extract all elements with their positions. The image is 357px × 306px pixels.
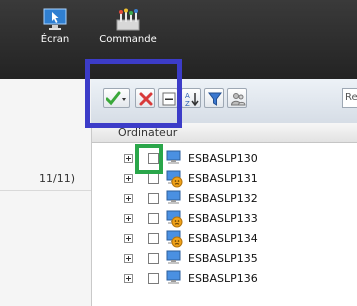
sort-az-icon: A Z xyxy=(185,92,199,107)
expand-icon[interactable] xyxy=(124,154,133,163)
ecran-label: Écran xyxy=(40,34,70,45)
list-item[interactable]: ESBASLP134 xyxy=(92,229,357,249)
expand-icon[interactable] xyxy=(124,234,133,243)
control-panel-icon xyxy=(115,8,141,31)
computer-list: Ordinateur ESBASLP130 ESBASLP131 ESBASLP… xyxy=(91,123,357,306)
row-checkbox[interactable] xyxy=(148,273,159,284)
computer-name: ESBASLP130 xyxy=(188,152,258,165)
left-panel-divider xyxy=(0,190,91,191)
expand-icon[interactable] xyxy=(124,194,133,203)
commande-label: Commande xyxy=(99,34,157,45)
expand-icon[interactable] xyxy=(124,174,133,183)
monitor-arrow-icon xyxy=(42,8,68,30)
computer-name: ESBASLP133 xyxy=(188,212,258,225)
list-item[interactable]: ESBASLP132 xyxy=(92,189,357,209)
highlight-checkbox xyxy=(135,144,163,174)
computer-name: ESBASLP131 xyxy=(188,172,258,185)
ecran-button[interactable]: Écran xyxy=(25,8,85,45)
svg-text:A: A xyxy=(185,92,190,100)
funnel-icon xyxy=(208,92,222,106)
expand-icon[interactable] xyxy=(124,274,133,283)
computer-icon xyxy=(165,190,183,208)
row-checkbox[interactable] xyxy=(148,193,159,204)
list-item[interactable]: ESBASLP136 xyxy=(92,269,357,289)
sort-button[interactable]: A Z xyxy=(181,88,201,108)
list-item[interactable]: ESBASLP135 xyxy=(92,249,357,269)
search-input[interactable]: Rec xyxy=(342,88,357,108)
expand-icon[interactable] xyxy=(124,254,133,263)
commande-button[interactable]: Commande xyxy=(98,8,158,45)
expand-icon[interactable] xyxy=(124,214,133,223)
list-item[interactable]: ESBASLP131 xyxy=(92,169,357,189)
list-item[interactable]: ESBASLP133 xyxy=(92,209,357,229)
computer-warning-icon xyxy=(165,170,183,188)
computer-name: ESBASLP136 xyxy=(188,272,258,285)
row-checkbox[interactable] xyxy=(148,173,159,184)
users-button[interactable] xyxy=(227,88,247,108)
computer-warning-icon xyxy=(165,230,183,248)
svg-text:Z: Z xyxy=(185,100,190,107)
selection-counter: 11/11) xyxy=(39,172,75,185)
computer-icon xyxy=(165,270,183,288)
filter-button[interactable] xyxy=(204,88,224,108)
computer-name: ESBASLP135 xyxy=(188,252,258,265)
computer-name: ESBASLP132 xyxy=(188,192,258,205)
left-panel: 11/11) xyxy=(0,79,92,306)
users-icon xyxy=(230,93,246,106)
highlight-validate-button xyxy=(85,59,182,128)
computer-name: ESBASLP134 xyxy=(188,232,258,245)
row-checkbox[interactable] xyxy=(148,233,159,244)
row-checkbox[interactable] xyxy=(148,253,159,264)
list-item[interactable]: ESBASLP130 xyxy=(92,149,357,169)
computer-icon xyxy=(165,250,183,268)
computer-warning-icon xyxy=(165,210,183,228)
row-checkbox[interactable] xyxy=(148,213,159,224)
computer-icon xyxy=(165,150,183,168)
